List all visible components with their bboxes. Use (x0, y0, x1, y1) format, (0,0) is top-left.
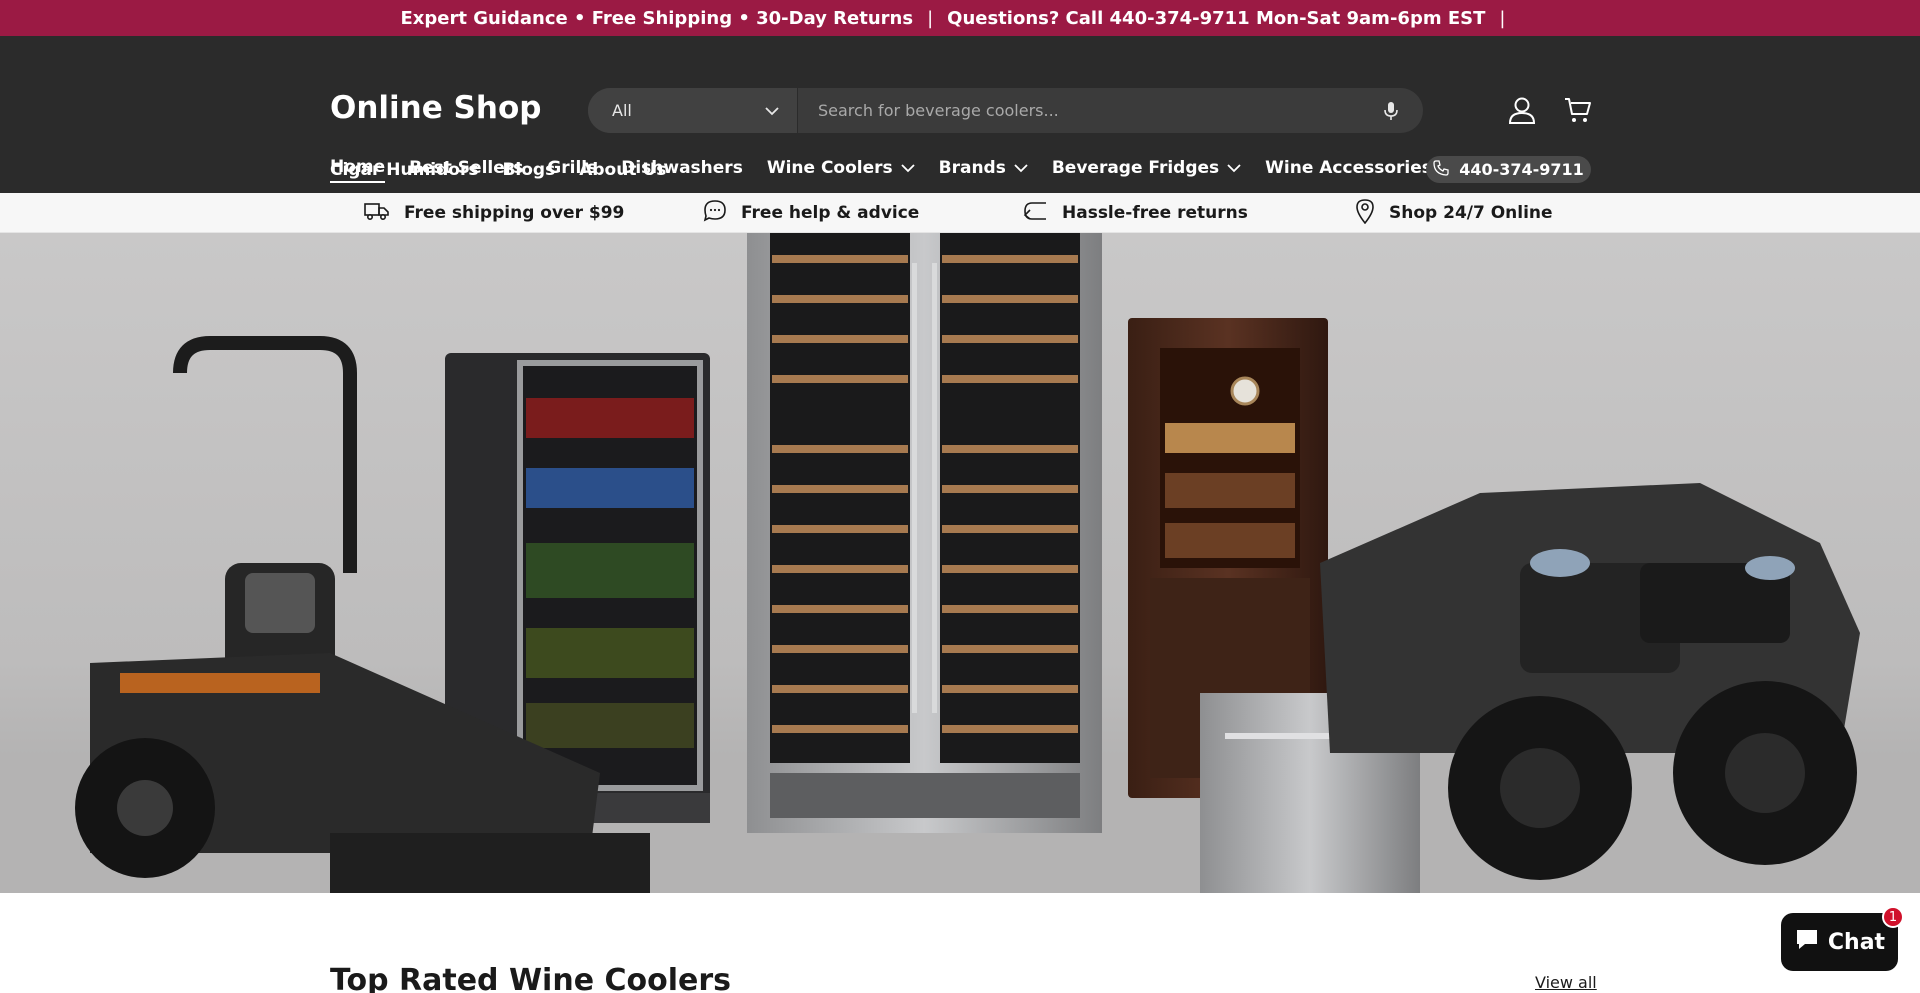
announcement-left: Expert Guidance • Free Shipping • 30-Day… (400, 7, 914, 29)
announcement-bar: Expert Guidance • Free Shipping • 30-Day… (0, 0, 1920, 36)
feature-returns: Hassle-free returns (1022, 193, 1248, 233)
microphone-icon[interactable] (1379, 99, 1403, 123)
nav-label: Beverage Fridges (1051, 158, 1220, 178)
section-title: Top Rated Wine Coolers (330, 963, 732, 993)
nav-item-brands[interactable]: Brands (939, 158, 1028, 182)
nav-label: Blogs (502, 160, 556, 180)
phone-icon (1433, 159, 1449, 180)
site-header: Online Shop All Home Best Sellers Grills… (0, 36, 1920, 193)
search-category-label: All (612, 101, 632, 120)
feature-label: Hassle-free returns (1062, 203, 1248, 223)
chat-button[interactable]: Chat (1781, 913, 1898, 971)
feature-label: Free shipping over $99 (404, 203, 625, 223)
announcement-right: Questions? Call 440-374-9711 Mon-Sat 9am… (947, 7, 1486, 29)
feature-free-shipping: Free shipping over $99 (364, 193, 624, 233)
feature-free-help: Free help & advice (703, 193, 919, 233)
view-all-link[interactable]: View all (1535, 973, 1597, 992)
hero-image (0, 233, 1920, 893)
nav-label: Brands (938, 158, 1006, 178)
nav-item-about-us[interactable]: About Us (579, 160, 666, 184)
chat-bubble-icon (703, 199, 727, 228)
main-nav-row-2: Cigar Humidors Blogs About Us (330, 160, 690, 184)
account-icon[interactable] (1504, 92, 1540, 128)
nav-label: Wine Coolers (766, 158, 893, 178)
chat-notification-badge: 1 (1882, 906, 1904, 928)
nav-item-blogs[interactable]: Blogs (502, 160, 555, 184)
chevron-down-icon (1227, 163, 1241, 173)
nav-label: Cigar Humidors (330, 160, 479, 180)
cart-icon[interactable] (1560, 92, 1596, 128)
nav-item-wine-coolers[interactable]: Wine Coolers (767, 158, 915, 182)
announcement-trail: | (1499, 7, 1506, 29)
feature-label: Free help & advice (741, 203, 920, 223)
search-input[interactable] (818, 101, 1379, 120)
location-pin-icon (1355, 198, 1375, 229)
nav-label: About Us (579, 160, 667, 180)
chat-label: Chat (1827, 929, 1886, 955)
nav-item-cigar-humidors[interactable]: Cigar Humidors (330, 160, 478, 184)
site-logo[interactable]: Online Shop (330, 90, 541, 126)
phone-number: 440-374-9711 (1459, 160, 1584, 179)
phone-button[interactable]: 440-374-9711 (1426, 156, 1591, 183)
chevron-down-icon (901, 163, 915, 173)
announcement-separator: | (927, 7, 934, 29)
chevron-down-icon (1014, 163, 1028, 173)
search-field (798, 88, 1423, 133)
feature-shop-online: Shop 24/7 Online (1355, 193, 1553, 233)
feature-label: Shop 24/7 Online (1389, 203, 1553, 223)
hero-banner[interactable] (0, 233, 1920, 893)
chat-icon (1794, 927, 1820, 957)
search-bar: All (588, 88, 1423, 133)
feature-strip: Free shipping over $99 Free help & advic… (0, 193, 1920, 233)
return-arrow-icon (1022, 199, 1048, 228)
search-category-select[interactable]: All (588, 88, 798, 133)
nav-item-beverage-fridges[interactable]: Beverage Fridges (1052, 158, 1241, 182)
nav-label: Wine Accessories (1265, 158, 1432, 178)
chevron-down-icon (765, 101, 779, 120)
truck-icon (364, 201, 390, 226)
wine-cooler (747, 233, 1102, 833)
